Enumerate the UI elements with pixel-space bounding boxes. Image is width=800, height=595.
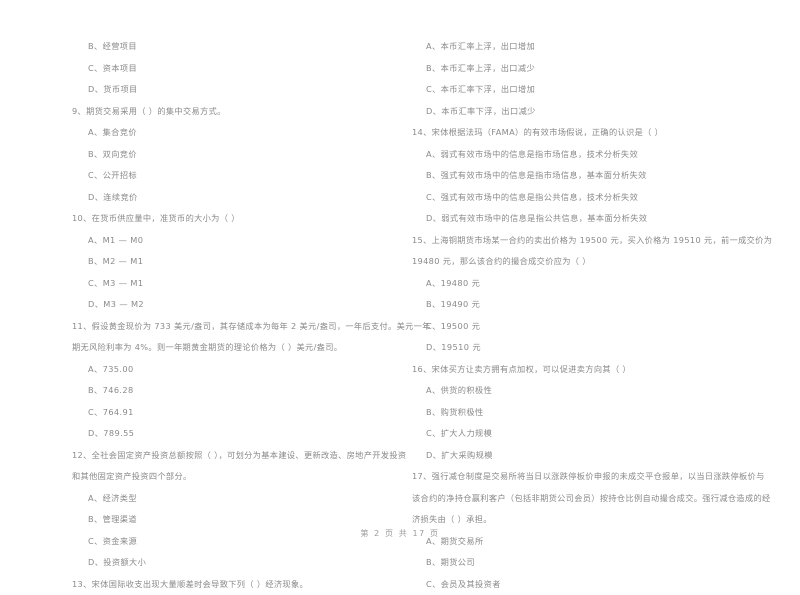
two-column-body: B、经营项目 C、资本项目 D、货币项目 9、期货交易采用（ ）的集中交易方式。… bbox=[0, 0, 800, 520]
question-text: 15、上海铜期货市场某一合约的卖出价格为 19500 元，买入价格为 19510… bbox=[412, 230, 800, 252]
option-item: A、19480 元 bbox=[412, 273, 800, 295]
question-text: 9、期货交易采用（ ）的集中交易方式。 bbox=[72, 101, 400, 123]
question-text: 14、宋体根据法玛（FAMA）的有效市场假说，正确的认识是（ ） bbox=[412, 122, 800, 144]
option-item: A、供货的积极性 bbox=[412, 380, 800, 402]
option-item: B、双向竞价 bbox=[72, 144, 400, 166]
option-item: B、本币汇率上浮，出口减少 bbox=[412, 58, 800, 80]
option-item: A、735.00 bbox=[72, 359, 400, 381]
option-item: C、764.91 bbox=[72, 402, 400, 424]
option-item: D、19510 元 bbox=[412, 337, 800, 359]
question-block-15: 15、上海铜期货市场某一合约的卖出价格为 19500 元，买入价格为 19510… bbox=[412, 230, 800, 359]
question-text-continued: 19480 元，那么该合约的撮合成交价应为（ ） bbox=[412, 251, 800, 273]
right-column: A、本币汇率上浮，出口增加 B、本币汇率上浮，出口减少 C、本币汇率下浮，出口增… bbox=[400, 0, 800, 520]
option-item: C、强式有效市场中的信息是指公共信息，技术分析失效 bbox=[412, 187, 800, 209]
option-item: C、公开招标 bbox=[72, 165, 400, 187]
option-item: B、经营项目 bbox=[72, 36, 400, 58]
question-text-continued: 和其他固定资产投资四个部分。 bbox=[72, 466, 400, 488]
question-text: 17、强行减仓制度是交易所将当日以涨跌停板价申报的未成交平仓报单，以当日涨跌停板… bbox=[412, 466, 800, 488]
option-item: A、弱式有效市场中的信息是指市场信息，技术分析失效 bbox=[412, 144, 800, 166]
option-item: B、19490 元 bbox=[412, 294, 800, 316]
option-item: C、扩大人力规模 bbox=[412, 423, 800, 445]
option-item: D、弱式有效市场中的信息是指公共信息，基本面分析失效 bbox=[412, 208, 800, 230]
option-item: A、集合竞价 bbox=[72, 122, 400, 144]
option-item: D、M3 — M2 bbox=[72, 294, 400, 316]
option-item: C、资本项目 bbox=[72, 58, 400, 80]
option-item: D、连续竞价 bbox=[72, 187, 400, 209]
option-item: A、经济类型 bbox=[72, 488, 400, 510]
question-text: 12、全社会固定资产投资总额按照（ ），可划分为基本建设、更新改造、房地产开发投… bbox=[72, 445, 400, 467]
option-item: C、M3 — M1 bbox=[72, 273, 400, 295]
question-block-12: 12、全社会固定资产投资总额按照（ ），可划分为基本建设、更新改造、房地产开发投… bbox=[72, 445, 400, 574]
option-item: C、19500 元 bbox=[412, 316, 800, 338]
option-item: D、投资额大小 bbox=[72, 552, 400, 574]
question-text: 10、在货币供应量中，准货币的大小为（ ） bbox=[72, 208, 400, 230]
question-block-16: 16、宋体买方让卖方拥有点加权，可以促进卖方向其（ ） A、供货的积极性 B、购… bbox=[412, 359, 800, 467]
option-item: D、货币项目 bbox=[72, 79, 400, 101]
question-block-14: 14、宋体根据法玛（FAMA）的有效市场假说，正确的认识是（ ） A、弱式有效市… bbox=[412, 122, 800, 230]
question-text: 11、假设黄金现价为 733 美元/盎司，其存储成本为每年 2 美元/盎司，一年… bbox=[72, 316, 400, 338]
option-item: B、期货公司 bbox=[412, 552, 800, 574]
question-text: 13、宋体国际收支出现大量顺差时会导致下列（ ）经济现象。 bbox=[72, 574, 400, 595]
option-item: B、强式有效市场中的信息是指市场信息，基本面分析失效 bbox=[412, 165, 800, 187]
question-block-10: 10、在货币供应量中，准货币的大小为（ ） A、M1 — M0 B、M2 — M… bbox=[72, 208, 400, 316]
left-column: B、经营项目 C、资本项目 D、货币项目 9、期货交易采用（ ）的集中交易方式。… bbox=[0, 0, 400, 520]
question-text-continued: 期无风险利率为 4%。则一年期黄金期货的理论价格为（ ）美元/盎司。 bbox=[72, 337, 400, 359]
option-item: B、M2 — M1 bbox=[72, 251, 400, 273]
option-item: D、本币汇率下浮，出口减少 bbox=[412, 101, 800, 123]
option-item: A、M1 — M0 bbox=[72, 230, 400, 252]
question-block-9: 9、期货交易采用（ ）的集中交易方式。 A、集合竞价 B、双向竞价 C、公开招标… bbox=[72, 101, 400, 209]
question-text-continued: 该合约的净持仓赢利客户（包括非期货公司会员）按持仓比例自动撮合成交。强行减仓造成… bbox=[412, 488, 800, 510]
option-item: C、会员及其投资者 bbox=[412, 574, 800, 595]
exam-page: B、经营项目 C、资本项目 D、货币项目 9、期货交易采用（ ）的集中交易方式。… bbox=[0, 0, 800, 565]
option-item: D、789.55 bbox=[72, 423, 400, 445]
option-item: A、本币汇率上浮，出口增加 bbox=[412, 36, 800, 58]
question-block-13: 13、宋体国际收支出现大量顺差时会导致下列（ ）经济现象。 bbox=[72, 574, 400, 595]
option-item: D、扩大采购规模 bbox=[412, 445, 800, 467]
option-item: B、购货积极性 bbox=[412, 402, 800, 424]
question-text: 16、宋体买方让卖方拥有点加权，可以促进卖方向其（ ） bbox=[412, 359, 800, 381]
page-footer: 第 2 页 共 17 页 bbox=[0, 528, 800, 539]
question-block-11: 11、假设黄金现价为 733 美元/盎司，其存储成本为每年 2 美元/盎司，一年… bbox=[72, 316, 400, 445]
option-item: C、本币汇率下浮，出口增加 bbox=[412, 79, 800, 101]
option-item: B、746.28 bbox=[72, 380, 400, 402]
